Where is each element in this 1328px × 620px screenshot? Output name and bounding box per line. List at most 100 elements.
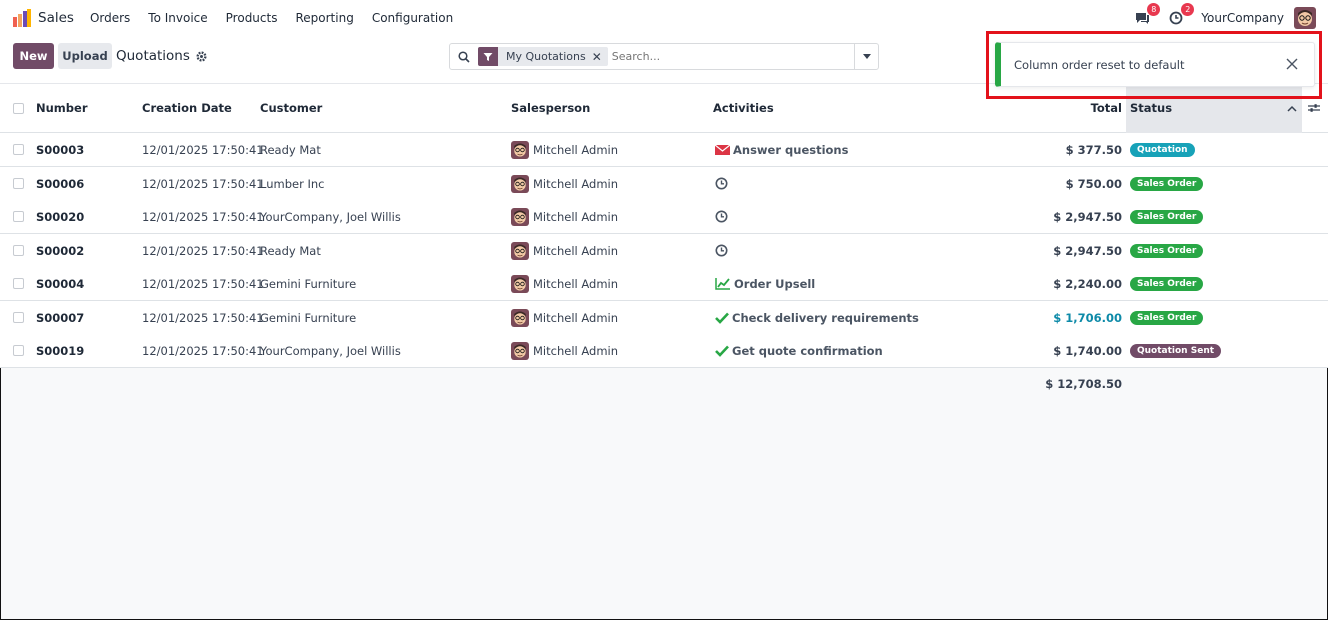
user-avatar[interactable] bbox=[1294, 7, 1316, 29]
menu-to-invoice[interactable]: To Invoice bbox=[148, 11, 207, 25]
salesperson-avatar[interactable] bbox=[511, 140, 529, 159]
status-badge: Sales Order bbox=[1130, 176, 1204, 191]
gear-icon[interactable] bbox=[196, 50, 207, 62]
table-row[interactable]: S00003 12/01/2025 17:50:41 Ready Mat Mitche… bbox=[0, 133, 1328, 167]
salesperson-name: Mitchell Admin bbox=[533, 343, 619, 358]
salesperson-name: Mitchell Admin bbox=[533, 276, 619, 291]
header-salesperson[interactable]: Salesperson bbox=[511, 84, 590, 132]
salesperson-avatar[interactable] bbox=[511, 341, 529, 360]
row-checkbox[interactable] bbox=[13, 312, 24, 323]
cell-salesperson: Mitchell Admin bbox=[511, 167, 618, 200]
chart-line-icon[interactable] bbox=[715, 277, 731, 290]
cell-total: $ 2,947.50 bbox=[1053, 209, 1122, 224]
grand-total: $ 12,708.50 bbox=[1045, 377, 1122, 391]
close-icon[interactable] bbox=[1284, 56, 1300, 72]
header-number[interactable]: Number bbox=[36, 84, 88, 132]
cell-total: $ 2,240.00 bbox=[1053, 276, 1122, 291]
breadcrumb: Quotations bbox=[116, 48, 207, 64]
row-checkbox[interactable] bbox=[13, 178, 24, 189]
salesperson-avatar[interactable] bbox=[511, 174, 529, 193]
table-row[interactable]: S00006 12/01/2025 17:50:41 Lumber Inc Mitch… bbox=[0, 167, 1328, 201]
activity-summary: Get quote confirmation bbox=[732, 343, 883, 358]
cell-customer: YourCompany, Joel Willis bbox=[260, 209, 401, 224]
status-badge: Quotation Sent bbox=[1130, 343, 1222, 358]
search-icon bbox=[450, 50, 478, 63]
search-bar: My Quotations ✕ bbox=[449, 43, 879, 70]
cell-salesperson: Mitchell Admin bbox=[511, 334, 618, 367]
menu-products[interactable]: Products bbox=[226, 11, 278, 25]
search-options-toggle[interactable] bbox=[854, 44, 878, 69]
header-activities[interactable]: Activities bbox=[713, 84, 774, 132]
cell-status: Quotation Sent bbox=[1130, 334, 1222, 367]
search-input[interactable] bbox=[611, 46, 854, 67]
cell-activity: Check delivery requirements bbox=[715, 301, 919, 334]
company-switcher[interactable]: YourCompany bbox=[1201, 11, 1284, 25]
row-checkbox-cell bbox=[13, 301, 24, 334]
table-row[interactable]: S00007 12/01/2025 17:50:41 Gemini Furnitur… bbox=[0, 301, 1328, 335]
activity-summary: Check delivery requirements bbox=[732, 310, 919, 325]
upload-button[interactable]: Upload bbox=[58, 43, 112, 69]
cell-activity: Answer questions bbox=[715, 133, 848, 166]
cell-status: Sales Order bbox=[1130, 234, 1204, 267]
salesperson-avatar[interactable] bbox=[511, 308, 529, 327]
row-checkbox[interactable] bbox=[13, 345, 24, 356]
cell-status: Sales Order bbox=[1130, 200, 1204, 233]
row-checkbox-cell bbox=[13, 167, 24, 200]
cell-total: $ 1,706.00 bbox=[1053, 310, 1122, 325]
envelope-icon[interactable] bbox=[715, 144, 730, 156]
activity-summary: Answer questions bbox=[733, 142, 849, 157]
row-checkbox[interactable] bbox=[13, 211, 24, 222]
messages-button[interactable]: 8 bbox=[1133, 3, 1161, 27]
menu-orders[interactable]: Orders bbox=[90, 11, 130, 25]
cell-activity: Get quote confirmation bbox=[715, 334, 883, 367]
cell-total: $ 1,740.00 bbox=[1053, 343, 1122, 358]
activities-button[interactable]: 2 bbox=[1167, 3, 1195, 27]
row-checkbox[interactable] bbox=[13, 278, 24, 289]
cell-creation-date: 12/01/2025 17:50:41 bbox=[142, 276, 264, 291]
cell-creation-date: 12/01/2025 17:50:41 bbox=[142, 176, 264, 191]
caret-down-icon bbox=[862, 54, 871, 59]
cell-creation-date: 12/01/2025 17:50:41 bbox=[142, 310, 264, 325]
header-customer[interactable]: Customer bbox=[260, 84, 322, 132]
filter-icon bbox=[478, 47, 498, 66]
clock-icon[interactable] bbox=[715, 244, 728, 257]
salesperson-avatar[interactable] bbox=[511, 207, 529, 226]
salesperson-avatar[interactable] bbox=[511, 274, 529, 293]
table-row[interactable]: S00002 12/01/2025 17:50:41 Ready Mat Mitche… bbox=[0, 234, 1328, 268]
toast-message: Column order reset to default bbox=[1014, 57, 1185, 72]
cell-creation-date: 12/01/2025 17:50:41 bbox=[142, 209, 264, 224]
menu-reporting[interactable]: Reporting bbox=[295, 11, 353, 25]
activity-summary: Order Upsell bbox=[734, 276, 816, 291]
status-badge: Sales Order bbox=[1130, 209, 1204, 224]
new-button[interactable]: New bbox=[13, 43, 54, 69]
clock-icon[interactable] bbox=[715, 210, 728, 223]
sales-app-icon[interactable] bbox=[12, 8, 32, 28]
table-row[interactable]: S00020 12/01/2025 17:50:41 YourCompany, Jo… bbox=[0, 200, 1328, 234]
cell-total: $ 750.00 bbox=[1065, 176, 1122, 191]
cell-number: S00004 bbox=[36, 276, 85, 291]
status-badge: Sales Order bbox=[1130, 276, 1204, 291]
table-row[interactable]: S00019 12/01/2025 17:50:41 YourCompany, Jo… bbox=[0, 334, 1328, 368]
row-checkbox-cell bbox=[13, 133, 24, 166]
select-all-checkbox[interactable] bbox=[13, 102, 24, 114]
check-icon[interactable] bbox=[715, 345, 729, 357]
menu-configuration[interactable]: Configuration bbox=[372, 11, 453, 25]
header-creation-date[interactable]: Creation Date bbox=[142, 84, 232, 132]
clock-icon[interactable] bbox=[715, 177, 728, 190]
cell-salesperson: Mitchell Admin bbox=[511, 301, 618, 334]
row-checkbox[interactable] bbox=[13, 245, 24, 256]
cell-salesperson: Mitchell Admin bbox=[511, 200, 618, 233]
check-icon[interactable] bbox=[715, 312, 729, 324]
row-checkbox-cell bbox=[13, 200, 24, 233]
salesperson-avatar[interactable] bbox=[511, 241, 529, 260]
select-all-checkbox-cell bbox=[13, 84, 24, 132]
filter-facet: My Quotations ✕ bbox=[478, 47, 608, 66]
quotations-list: Number Creation Date Customer Salesperso… bbox=[0, 83, 1328, 620]
row-checkbox-cell bbox=[13, 234, 24, 267]
row-checkbox[interactable] bbox=[13, 144, 24, 155]
app-name[interactable]: Sales bbox=[38, 10, 74, 26]
facet-remove-icon[interactable]: ✕ bbox=[592, 50, 608, 64]
cell-salesperson: Mitchell Admin bbox=[511, 267, 618, 300]
cell-number: S00006 bbox=[36, 176, 85, 191]
table-row[interactable]: S00004 12/01/2025 17:50:41 Gemini Furnitur… bbox=[0, 267, 1328, 301]
